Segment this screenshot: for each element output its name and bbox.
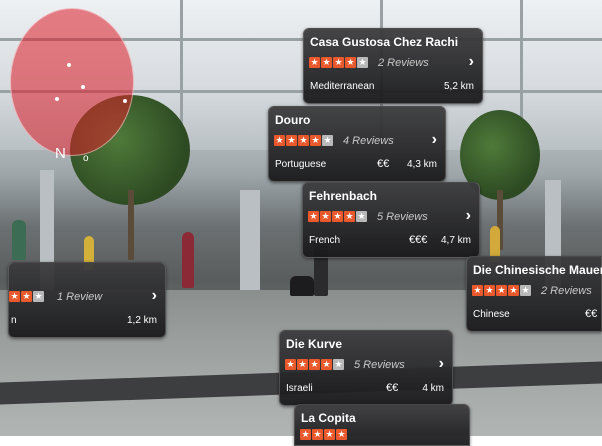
restaurant-name: Fehrenbach [309, 189, 378, 203]
star-icon: ★ [310, 135, 321, 146]
star-icon: ★ [309, 359, 320, 370]
star-rating: ★ ★ ★ ★ ★ [472, 285, 531, 296]
cuisine: Israeli [286, 383, 313, 394]
distance: 5,2 km [443, 81, 474, 92]
radar-point [67, 63, 71, 67]
chevron-right-icon[interactable]: › [469, 53, 474, 71]
star-icon: ★ [333, 57, 344, 68]
tree-trunk [128, 190, 134, 260]
cuisine: Chinese [473, 309, 510, 320]
restaurant-card-die-kurve[interactable]: Die Kurve ★ ★ ★ ★ ★ 5 Reviews › Israeli €€ 4… [279, 330, 453, 406]
restaurant-card-partial-left[interactable]: ★ ★ ★ 1 Review › n 1,2 km [8, 262, 166, 338]
price-level: €€€ [409, 234, 428, 246]
cuisine: French [309, 235, 341, 246]
distance: 4 km [422, 383, 444, 394]
restaurant-name: La Copita [301, 411, 356, 425]
star-icon: ★ [312, 429, 323, 440]
star-icon: ★ [9, 291, 20, 302]
star-rating: ★ ★ ★ [9, 291, 44, 302]
star-icon: ★ [520, 285, 531, 296]
star-icon: ★ [274, 135, 285, 146]
chevron-right-icon[interactable]: › [439, 355, 444, 373]
radar-secondary-label: o [83, 153, 89, 164]
distance: 4,7 km [440, 235, 471, 246]
star-icon: ★ [324, 429, 335, 440]
restaurant-card-chinesische-mauer[interactable]: Die Chinesische Mauer ★ ★ ★ ★ ★ 2 Reviews Ch… [466, 256, 602, 332]
restaurant-name: Die Kurve [286, 337, 343, 351]
star-icon: ★ [320, 211, 331, 222]
star-icon: ★ [309, 57, 320, 68]
review-count: 5 Reviews [377, 211, 428, 223]
star-icon: ★ [484, 285, 495, 296]
review-count: 5 Reviews [354, 359, 405, 371]
star-icon: ★ [308, 211, 319, 222]
price-level: €€ [386, 382, 399, 394]
star-icon: ★ [333, 359, 344, 370]
star-rating: ★ ★ ★ ★ [300, 429, 347, 440]
star-icon: ★ [21, 291, 32, 302]
price-level: €€ [585, 308, 598, 320]
star-rating: ★ ★ ★ ★ ★ [309, 57, 368, 68]
star-icon: ★ [322, 135, 333, 146]
restaurant-card-douro[interactable]: Douro ★ ★ ★ ★ ★ 4 Reviews › Portuguese €€ 4,… [268, 106, 446, 182]
luggage [290, 276, 314, 296]
cuisine: Mediterranean [310, 81, 375, 92]
star-rating: ★ ★ ★ ★ ★ [308, 211, 367, 222]
restaurant-name: Casa Gustosa Chez Rachi [310, 35, 459, 49]
restaurant-card-la-copita[interactable]: La Copita ★ ★ ★ ★ [294, 404, 470, 446]
chevron-right-icon[interactable]: › [432, 131, 437, 149]
star-icon: ★ [356, 211, 367, 222]
star-icon: ★ [345, 57, 356, 68]
restaurant-card-fehrenbach[interactable]: Fehrenbach ★ ★ ★ ★ ★ 5 Reviews › French €€€ … [302, 182, 480, 258]
star-icon: ★ [300, 429, 311, 440]
chevron-right-icon[interactable]: › [466, 207, 471, 225]
star-icon: ★ [298, 135, 309, 146]
star-icon: ★ [286, 135, 297, 146]
star-icon: ★ [496, 285, 507, 296]
star-icon: ★ [472, 285, 483, 296]
review-count: 2 Reviews [541, 285, 592, 297]
cuisine: n [11, 315, 17, 326]
review-count: 4 Reviews [343, 135, 394, 147]
person [12, 220, 26, 260]
restaurant-name: Douro [275, 113, 311, 127]
star-icon: ★ [321, 359, 332, 370]
distance: 1,2 km [126, 315, 157, 326]
star-icon: ★ [321, 57, 332, 68]
star-rating: ★ ★ ★ ★ ★ [285, 359, 344, 370]
star-icon: ★ [332, 211, 343, 222]
chevron-right-icon[interactable]: › [152, 287, 157, 305]
review-count: 2 Reviews [378, 57, 429, 69]
star-icon: ★ [336, 429, 347, 440]
pillar [240, 190, 260, 300]
cuisine: Portuguese [275, 159, 327, 170]
review-count: 1 Review [57, 291, 103, 303]
restaurant-card-casa-gustosa[interactable]: Casa Gustosa Chez Rachi ★ ★ ★ ★ ★ 2 Reviews … [303, 28, 483, 104]
restaurant-name: Die Chinesische Mauer [473, 263, 602, 277]
star-icon: ★ [357, 57, 368, 68]
radar-point [55, 97, 59, 101]
radar-north-label: N [55, 145, 66, 162]
star-icon: ★ [344, 211, 355, 222]
star-rating: ★ ★ ★ ★ ★ [274, 135, 333, 146]
star-icon: ★ [297, 359, 308, 370]
radar-point [81, 85, 85, 89]
person [182, 232, 194, 288]
radar-point [123, 99, 127, 103]
price-level: €€ [377, 158, 390, 170]
star-icon: ★ [508, 285, 519, 296]
distance: 4,3 km [406, 159, 437, 170]
radar[interactable]: N o [10, 8, 134, 164]
star-icon: ★ [285, 359, 296, 370]
star-icon: ★ [33, 291, 44, 302]
